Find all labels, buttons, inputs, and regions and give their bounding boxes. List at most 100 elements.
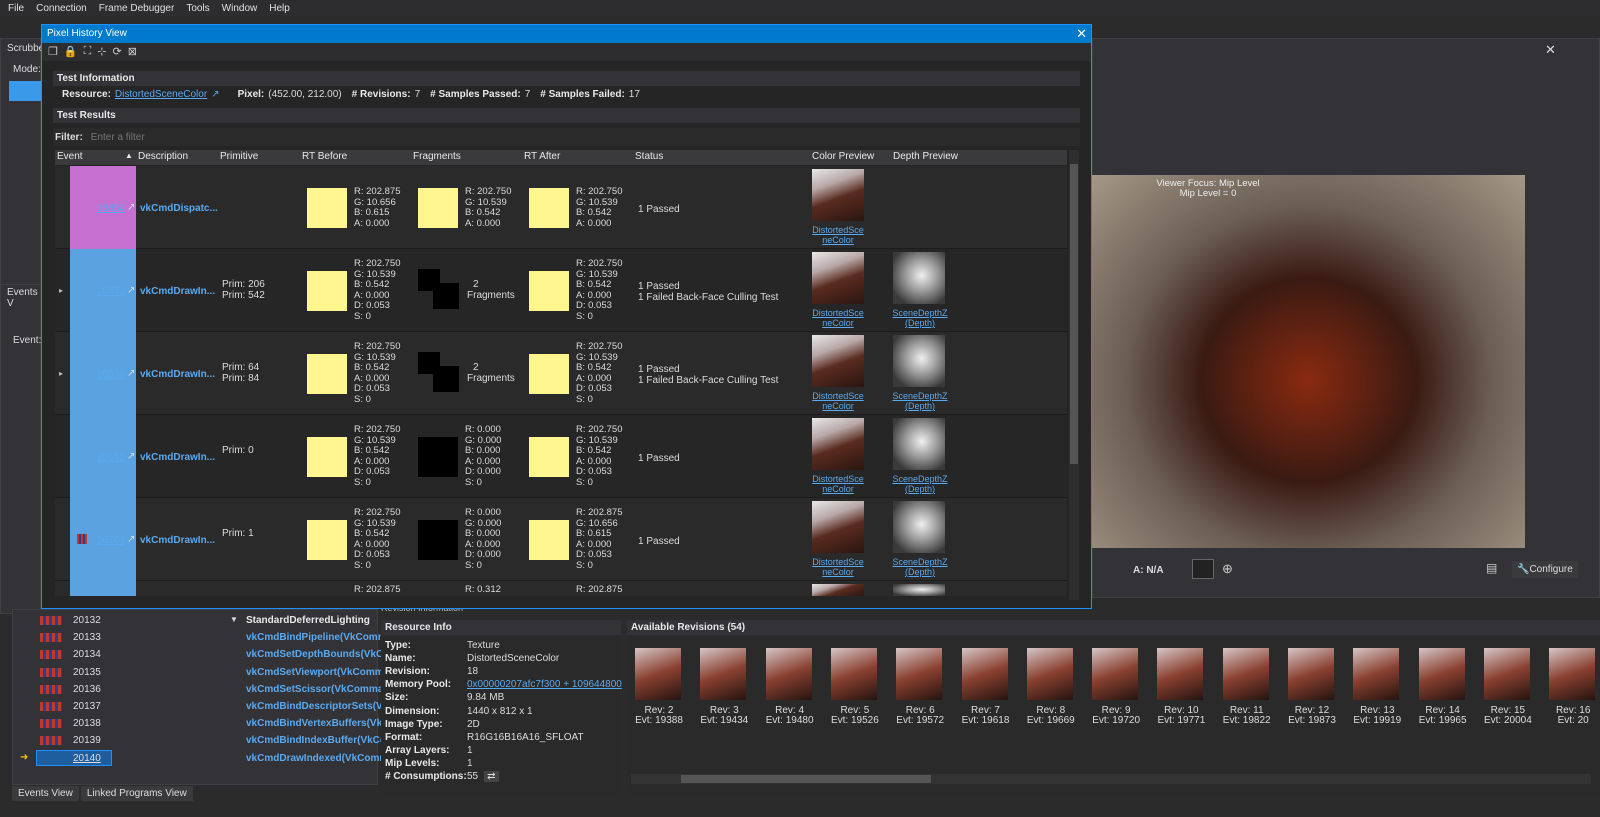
depth-preview-link[interactable]: SceneDepthZ (Depth) bbox=[889, 474, 951, 494]
event-jump-icon[interactable]: ↗ bbox=[127, 451, 135, 462]
revision-thumbnail[interactable] bbox=[635, 648, 681, 700]
filter-input[interactable] bbox=[90, 131, 391, 143]
color-preview-thumbnail[interactable] bbox=[812, 584, 864, 596]
menu-window[interactable]: Window bbox=[222, 3, 258, 14]
event-number[interactable]: 20137 bbox=[73, 701, 101, 712]
menu-help[interactable]: Help bbox=[269, 3, 290, 14]
col-rt-before[interactable]: RT Before bbox=[302, 151, 347, 162]
event-jump-icon[interactable]: ↗ bbox=[127, 202, 135, 213]
results-scroll-thumb[interactable] bbox=[1070, 164, 1078, 464]
event-link[interactable]: 20704 bbox=[97, 535, 125, 546]
tab-events-view[interactable]: Events View bbox=[12, 786, 79, 801]
depth-preview-thumbnail[interactable] bbox=[893, 584, 945, 596]
event-jump-icon[interactable]: ↗ bbox=[127, 285, 135, 296]
tab-linked-programs-view[interactable]: Linked Programs View bbox=[80, 786, 193, 801]
event-jump-icon[interactable]: ↗ bbox=[127, 368, 135, 379]
color-preview-thumbnail[interactable] bbox=[812, 501, 864, 553]
col-event[interactable]: Event bbox=[57, 151, 83, 162]
col-depth-preview[interactable]: Depth Preview bbox=[893, 151, 958, 162]
event-number[interactable]: 20136 bbox=[73, 684, 101, 695]
results-row[interactable]: 18654 ↗ vkCmdDispatc... R: 202.875 G: 10.656… bbox=[55, 166, 1067, 249]
revision-thumbnail[interactable] bbox=[1418, 648, 1465, 700]
color-preview-link[interactable]: DistortedSce neColor bbox=[807, 308, 869, 328]
event-row[interactable]: 20133 vkCmdBindPipeline(VkComm bbox=[40, 629, 387, 646]
memory-pool-link[interactable]: 0x00000207afc7f300 + 109644800 bbox=[467, 679, 622, 690]
consumptions-button[interactable]: ⇄ bbox=[484, 771, 499, 782]
revision-thumbnail[interactable] bbox=[1549, 648, 1596, 700]
copy-icon[interactable]: ❐ bbox=[48, 45, 58, 59]
event-number[interactable]: 20135 bbox=[73, 667, 101, 678]
viewer-close-icon[interactable]: ✕ bbox=[1545, 42, 1556, 58]
results-row[interactable]: ▸ 20473 ↗ vkCmdDrawIn... Prim: 206 Prim: 542 R… bbox=[55, 249, 1067, 332]
dialog-close-icon[interactable]: ✕ bbox=[1076, 26, 1087, 42]
color-preview-thumbnail[interactable] bbox=[812, 252, 864, 304]
depth-preview-link[interactable]: SceneDepthZ (Depth) bbox=[889, 557, 951, 577]
revision-thumbnail[interactable] bbox=[830, 648, 877, 700]
color-preview-link[interactable]: DistortedSce neColor bbox=[807, 557, 869, 577]
results-row[interactable]: ▸ 20536 ↗ vkCmdDrawIn... Prim: 64 Prim: 84 R: … bbox=[55, 332, 1067, 415]
color-preview-link[interactable]: DistortedSce neColor bbox=[807, 474, 869, 494]
expand-icon[interactable]: ⛶ bbox=[84, 45, 92, 59]
col-primitive[interactable]: Primitive bbox=[220, 151, 258, 162]
depth-preview-thumbnail[interactable] bbox=[893, 335, 945, 387]
refresh-icon[interactable]: ⟳ bbox=[113, 45, 122, 59]
revision-thumbnail[interactable] bbox=[1092, 648, 1139, 700]
event-jump-icon[interactable]: ↗ bbox=[127, 534, 135, 545]
col-fragments[interactable]: Fragments bbox=[413, 151, 461, 162]
col-color-preview[interactable]: Color Preview bbox=[812, 151, 874, 162]
revision-thumbnail[interactable] bbox=[765, 648, 812, 700]
menu-tools[interactable]: Tools bbox=[186, 3, 209, 14]
event-row[interactable]: 20136 vkCmdSetScissor(VkComman bbox=[40, 681, 389, 698]
color-preview-thumbnail[interactable] bbox=[812, 169, 864, 221]
event-row[interactable]: 20135 vkCmdSetViewport(VkComm bbox=[40, 664, 384, 681]
color-preview-link[interactable]: DistortedSce neColor bbox=[807, 391, 869, 411]
clear-icon[interactable]: ⊠ bbox=[128, 45, 137, 59]
sort-ascending-icon[interactable]: ▲ bbox=[125, 151, 133, 160]
event-link[interactable]: 18654 bbox=[97, 203, 125, 214]
col-rt-after[interactable]: RT After bbox=[524, 151, 560, 162]
crosshair-icon[interactable]: ⊕ bbox=[1222, 561, 1233, 577]
depth-preview-thumbnail[interactable] bbox=[893, 252, 945, 304]
event-number[interactable]: 20138 bbox=[73, 718, 101, 729]
expand-row-icon[interactable]: ▸ bbox=[59, 369, 63, 378]
revisions-scrollbar[interactable] bbox=[631, 774, 1591, 784]
resource-link[interactable]: DistortedSceneColor bbox=[115, 89, 207, 100]
color-preview-link[interactable]: DistortedSce neColor bbox=[807, 225, 869, 245]
revision-thumbnail[interactable] bbox=[1353, 648, 1400, 700]
event-cell[interactable] bbox=[70, 581, 136, 596]
results-row[interactable]: 20655 ↗ vkCmdDrawIn... Prim: 0 R: 202.750 G: … bbox=[55, 415, 1067, 498]
menu-frame-debugger[interactable]: Frame Debugger bbox=[99, 3, 175, 14]
event-link[interactable]: 20536 bbox=[97, 369, 125, 380]
texture-viewer-image[interactable]: Viewer Focus: Mip Level Mip Level = 0 bbox=[1092, 175, 1525, 548]
results-scrollbar[interactable] bbox=[1069, 150, 1079, 600]
event-row[interactable]: 20132 ▼ StandardDeferredLighting bbox=[40, 612, 375, 629]
event-link[interactable]: 20655 bbox=[97, 452, 125, 463]
revision-thumbnail[interactable] bbox=[961, 648, 1008, 700]
col-description[interactable]: Description bbox=[138, 151, 188, 162]
depth-preview-thumbnail[interactable] bbox=[893, 418, 945, 470]
collapse-icon[interactable]: ⊹ bbox=[97, 45, 106, 59]
revision-thumbnail[interactable] bbox=[896, 648, 943, 700]
event-row[interactable]: 20137 vkCmdBindDescriptorSets(V bbox=[40, 698, 383, 715]
depth-preview-thumbnail[interactable] bbox=[893, 501, 945, 553]
color-preview-thumbnail[interactable] bbox=[812, 335, 864, 387]
menu-connection[interactable]: Connection bbox=[36, 3, 87, 14]
color-preview-thumbnail[interactable] bbox=[812, 418, 864, 470]
depth-preview-link[interactable]: SceneDepthZ (Depth) bbox=[889, 391, 951, 411]
depth-preview-link[interactable]: SceneDepthZ (Depth) bbox=[889, 308, 951, 328]
expand-row-icon[interactable]: ▸ bbox=[59, 286, 63, 295]
revision-thumbnail[interactable] bbox=[1288, 648, 1334, 700]
event-link[interactable]: 20473 bbox=[97, 286, 125, 297]
revision-thumbnail[interactable] bbox=[1157, 648, 1204, 700]
scrubber-bar[interactable] bbox=[9, 81, 42, 101]
revision-thumbnail[interactable] bbox=[1483, 648, 1530, 700]
results-row-partial[interactable]: R: 202.875 R: 0.312 R: 202.875 bbox=[55, 581, 1067, 596]
configure-button[interactable]: 🔧Configure bbox=[1512, 561, 1578, 578]
event-row[interactable]: 20134 vkCmdSetDepthBounds(VkCo bbox=[40, 646, 389, 663]
event-row[interactable]: ➜ 20140 vkCmdDrawIndexed(VkComm bbox=[20, 749, 388, 767]
menu-file[interactable]: File bbox=[8, 3, 24, 14]
revision-thumbnail[interactable] bbox=[1222, 648, 1269, 700]
revisions-scroll-thumb[interactable] bbox=[681, 775, 931, 783]
external-link-icon[interactable]: ↗ bbox=[211, 89, 219, 100]
event-number[interactable]: 20134 bbox=[73, 649, 101, 660]
